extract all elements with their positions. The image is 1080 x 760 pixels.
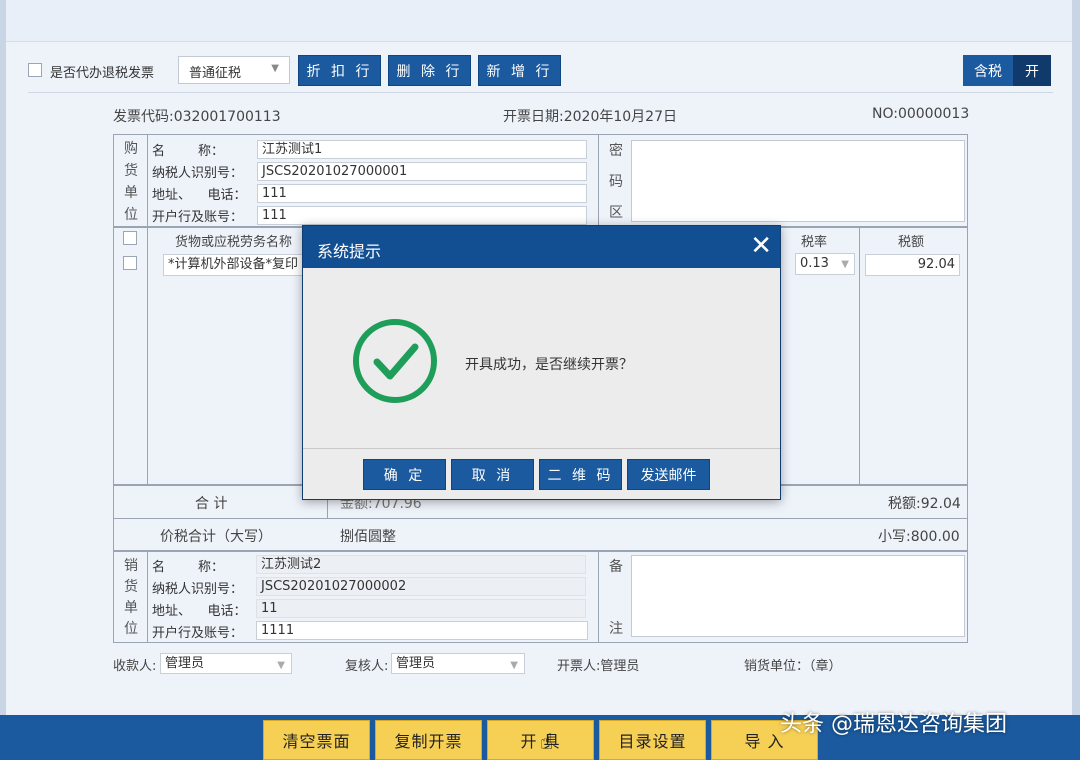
seller-name-label: 名 称： [152, 560, 225, 575]
tax-amount-header: 税额 [898, 235, 925, 250]
buyer-address-label: 地址、 电话： [152, 188, 247, 203]
buyer-label-3: 单 [124, 185, 138, 201]
seller-taxid-label: 纳税人识别号： [152, 582, 244, 597]
chevron-down-icon: ▼ [277, 660, 285, 671]
toolbar-divider [28, 92, 1053, 93]
catalog-settings-button[interactable]: 目录设置 [599, 720, 706, 760]
seller-address-label: 地址、 电话： [152, 604, 247, 619]
cipher-label-3: 区 [609, 205, 623, 221]
left-edge [0, 0, 6, 715]
hand-cursor-icon: ☝ [540, 730, 554, 755]
buyer-taxid-label: 纳税人识别号： [152, 166, 244, 181]
tax-rate-select[interactable]: 0.13 ▼ [795, 253, 855, 275]
top-strip [0, 0, 1080, 42]
success-check-icon [353, 319, 437, 403]
seller-label-3: 单 [124, 600, 138, 616]
buyer-name-field[interactable]: 江苏测试1 [257, 140, 587, 159]
seller-label-divider [147, 551, 148, 643]
goods-taxamt-divider [859, 227, 860, 485]
tax-amount-field[interactable]: 92.04 [865, 254, 960, 276]
dialog-message: 开具成功，是否继续开票？ [465, 357, 633, 373]
dialog-divider [303, 448, 780, 449]
remark-label-1: 备 [609, 559, 623, 575]
refund-checkbox-label: 是否代办退税发票 [50, 66, 155, 81]
dialog-title: 系统提示 [317, 242, 382, 261]
invoice-number: NO:00000013 [872, 106, 970, 122]
buyer-label-4: 位 [124, 207, 138, 223]
buyer-taxid-field[interactable]: JSCS20201027000001 [257, 162, 587, 181]
cipher-label-1: 密 [609, 143, 623, 159]
remark-area[interactable] [631, 555, 965, 637]
buyer-bank-field[interactable]: 111 [257, 206, 587, 225]
grand-total-label: 价税合计（大写） [160, 529, 272, 545]
goods-name-field[interactable]: *计算机外部设备*复印 [163, 254, 313, 276]
buyer-label-2: 货 [124, 163, 138, 179]
grand-total-words: 捌佰圆整 [340, 529, 396, 545]
tax-included-state: 开 [1013, 55, 1051, 86]
invoice-toolbar: 是否代办退税发票 普通征税 ▼ 折 扣 行 删 除 行 新 增 行 含税 开 [28, 55, 1053, 89]
seller-label-1: 销 [124, 558, 138, 574]
right-edge [1072, 0, 1080, 715]
seller-label-2: 货 [124, 579, 138, 595]
invoice-date: 开票日期:2020年10月27日 [503, 109, 677, 125]
close-icon[interactable]: ✕ [750, 231, 772, 261]
reviewer-label: 复核人: [345, 659, 389, 674]
tax-included-label: 含税 [963, 55, 1013, 86]
remark-divider [598, 551, 599, 643]
watermark-text: 头条 @瑞恩达咨询集团 [780, 712, 1007, 737]
issuer-label: 开票人:管理员 [557, 659, 640, 674]
seller-seal-label: 销货单位：（章） [744, 659, 842, 674]
buyer-address-field[interactable]: 111 [257, 184, 587, 203]
buyer-name-label: 名 称： [152, 144, 225, 159]
system-prompt-dialog: 系统提示 ✕ 开具成功，是否继续开票？ 确 定 取 消 二 维 码 发送邮件 [302, 225, 781, 500]
cipher-label-2: 码 [609, 174, 623, 190]
tax-rate-value: 0.13 [800, 256, 829, 271]
reviewer-value: 管理员 [396, 656, 436, 671]
seller-name-field: 江苏测试2 [256, 555, 586, 574]
cipher-area [631, 140, 965, 222]
cipher-divider [598, 134, 599, 227]
reviewer-select[interactable]: 管理员 ▼ [391, 653, 525, 674]
send-email-button[interactable]: 发送邮件 [627, 459, 710, 490]
tax-type-value: 普通征税 [189, 66, 242, 81]
buyer-bank-label: 开户行及账号： [152, 210, 244, 225]
select-all-checkbox[interactable] [123, 231, 137, 245]
seller-bank-label: 开户行及账号： [152, 626, 244, 641]
discount-row-button[interactable]: 折 扣 行 [298, 55, 381, 86]
row-checkbox[interactable] [123, 256, 137, 270]
ok-button[interactable]: 确 定 [363, 459, 446, 490]
seller-taxid-field: JSCS20201027000002 [256, 577, 586, 596]
total-tax: 税额:92.04 [888, 496, 961, 512]
buyer-label-1: 购 [124, 141, 138, 157]
invoice-code: 发票代码:032001700113 [113, 109, 281, 125]
grand-total-small: 小写:800.00 [878, 529, 960, 545]
delete-row-button[interactable]: 删 除 行 [388, 55, 471, 86]
dialog-titlebar: 系统提示 ✕ [303, 226, 780, 268]
clear-invoice-button[interactable]: 清空票面 [263, 720, 370, 760]
payee-label: 收款人: [113, 659, 157, 674]
qrcode-button[interactable]: 二 维 码 [539, 459, 622, 490]
goods-left-divider [147, 227, 148, 485]
chevron-down-icon: ▼ [510, 660, 518, 671]
tax-included-toggle[interactable]: 含税 开 [963, 55, 1051, 86]
refund-checkbox[interactable] [28, 63, 42, 77]
seller-bank-field[interactable]: 1111 [256, 621, 588, 640]
chevron-down-icon: ▼ [841, 259, 849, 270]
cancel-button[interactable]: 取 消 [451, 459, 534, 490]
seller-address-field: 11 [256, 599, 586, 618]
tax-type-select[interactable]: 普通征税 ▼ [178, 56, 290, 84]
remark-label-2: 注 [609, 621, 623, 637]
total-label: 合 计 [195, 496, 228, 512]
copy-invoice-button[interactable]: 复制开票 [375, 720, 482, 760]
tax-rate-header: 税率 [801, 235, 828, 250]
add-row-button[interactable]: 新 增 行 [478, 55, 561, 86]
payee-select[interactable]: 管理员 ▼ [160, 653, 292, 674]
payee-value: 管理员 [165, 656, 205, 671]
chevron-down-icon: ▼ [271, 63, 279, 74]
seller-label-4: 位 [124, 621, 138, 637]
goods-column-header: 货物或应税劳务名称 [175, 235, 293, 250]
